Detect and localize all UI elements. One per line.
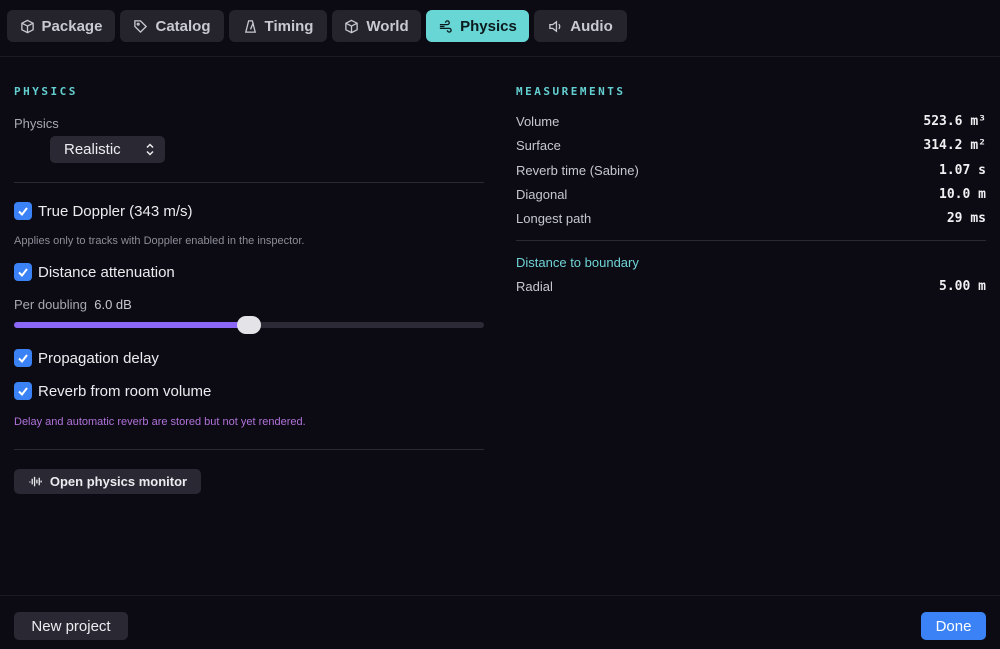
check-icon — [18, 387, 28, 397]
measurement-row: Surface 314.2 m² — [516, 135, 986, 155]
open-physics-monitor-button[interactable]: Open physics monitor — [14, 469, 201, 494]
distance-attenuation-toggle[interactable]: Distance attenuation — [14, 263, 175, 281]
tag-icon — [134, 19, 148, 33]
measurement-value: 314.2 m² — [923, 137, 986, 153]
tab-package[interactable]: Package — [7, 10, 115, 42]
tab-physics[interactable]: Physics — [426, 10, 529, 42]
measurement-row: Radial 5.00 m — [516, 276, 986, 296]
cube-icon — [345, 19, 359, 33]
tab-label: Catalog — [155, 17, 211, 35]
measurement-value: 1.07 s — [939, 162, 986, 178]
waveform-icon — [29, 476, 42, 487]
measurement-row: Longest path 29 ms — [516, 208, 986, 228]
tab-timing[interactable]: Timing — [229, 10, 327, 42]
measurements-section-title: MEASUREMENTS — [516, 85, 626, 98]
measurement-value: 5.00 m — [939, 278, 986, 294]
tab-label: World — [366, 17, 409, 35]
measurement-row: Volume 523.6 m³ — [516, 111, 986, 131]
tab-catalog[interactable]: Catalog — [120, 10, 224, 42]
checkbox[interactable] — [14, 349, 32, 367]
new-project-button[interactable]: New project — [14, 612, 128, 640]
measurement-label: Surface — [516, 137, 561, 153]
done-button[interactable]: Done — [921, 612, 986, 640]
tab-label: Audio — [570, 17, 613, 35]
reverb-room-toggle[interactable]: Reverb from room volume — [14, 382, 211, 400]
footer-divider — [0, 595, 1000, 596]
distance-attenuation-label: Distance attenuation — [38, 263, 175, 281]
tab-label: Timing — [264, 17, 314, 35]
measurement-value: 10.0 m — [939, 186, 986, 202]
checkbox[interactable] — [14, 202, 32, 220]
checkbox[interactable] — [14, 263, 32, 281]
physics-mode-value: Realistic — [64, 141, 121, 158]
tab-bar: Package Catalog Timing World Physics Aud… — [0, 0, 1000, 57]
divider — [516, 240, 986, 241]
measurement-label: Reverb time (Sabine) — [516, 162, 639, 178]
per-doubling-label: Per doubling 6.0 dB — [14, 297, 132, 312]
measurement-label: Volume — [516, 113, 560, 129]
true-doppler-toggle[interactable]: True Doppler (343 m/s) — [14, 202, 193, 220]
physics-mode-label: Physics — [14, 116, 59, 131]
per-doubling-slider[interactable] — [14, 316, 484, 334]
tab-label: Package — [41, 17, 103, 35]
metronome-icon — [244, 19, 256, 33]
per-doubling-value: 6.0 dB — [94, 297, 132, 312]
physics-mode-select[interactable]: Realistic — [50, 136, 165, 163]
tab-world[interactable]: World — [332, 10, 421, 42]
propagation-delay-label: Propagation delay — [38, 349, 159, 367]
tab-label: Physics — [460, 17, 517, 35]
delay-hint: Delay and automatic reverb are stored bu… — [14, 416, 306, 428]
measurement-label: Longest path — [516, 210, 592, 226]
measurement-value: 523.6 m³ — [923, 113, 986, 129]
measurement-row: Reverb time (Sabine) 1.07 s — [516, 160, 986, 180]
chevron-up-down-icon — [146, 143, 154, 156]
true-doppler-label: True Doppler (343 m/s) — [38, 202, 193, 220]
measurement-label: Radial — [516, 278, 553, 294]
distance-to-boundary-heading: Distance to boundary — [516, 255, 639, 270]
divider — [14, 182, 484, 183]
check-icon — [18, 268, 28, 278]
measurement-row: Diagonal 10.0 m — [516, 184, 986, 204]
slider-fill — [14, 322, 249, 328]
reverb-room-label: Reverb from room volume — [38, 382, 212, 400]
per-doubling-text: Per doubling — [14, 297, 87, 312]
package-icon — [20, 19, 34, 33]
check-icon — [18, 354, 28, 364]
wind-icon — [440, 19, 452, 33]
check-icon — [18, 207, 28, 217]
doppler-hint: Applies only to tracks with Doppler enab… — [14, 235, 305, 247]
physics-section-title: PHYSICS — [14, 85, 78, 98]
open-physics-monitor-label: Open physics monitor — [49, 474, 188, 489]
checkbox[interactable] — [14, 382, 32, 400]
divider — [14, 449, 484, 450]
speaker-icon — [549, 20, 561, 32]
slider-thumb[interactable] — [237, 316, 261, 334]
propagation-delay-toggle[interactable]: Propagation delay — [14, 349, 159, 367]
tab-audio[interactable]: Audio — [534, 10, 627, 42]
measurement-value: 29 ms — [946, 210, 986, 226]
measurement-label: Diagonal — [516, 186, 568, 202]
